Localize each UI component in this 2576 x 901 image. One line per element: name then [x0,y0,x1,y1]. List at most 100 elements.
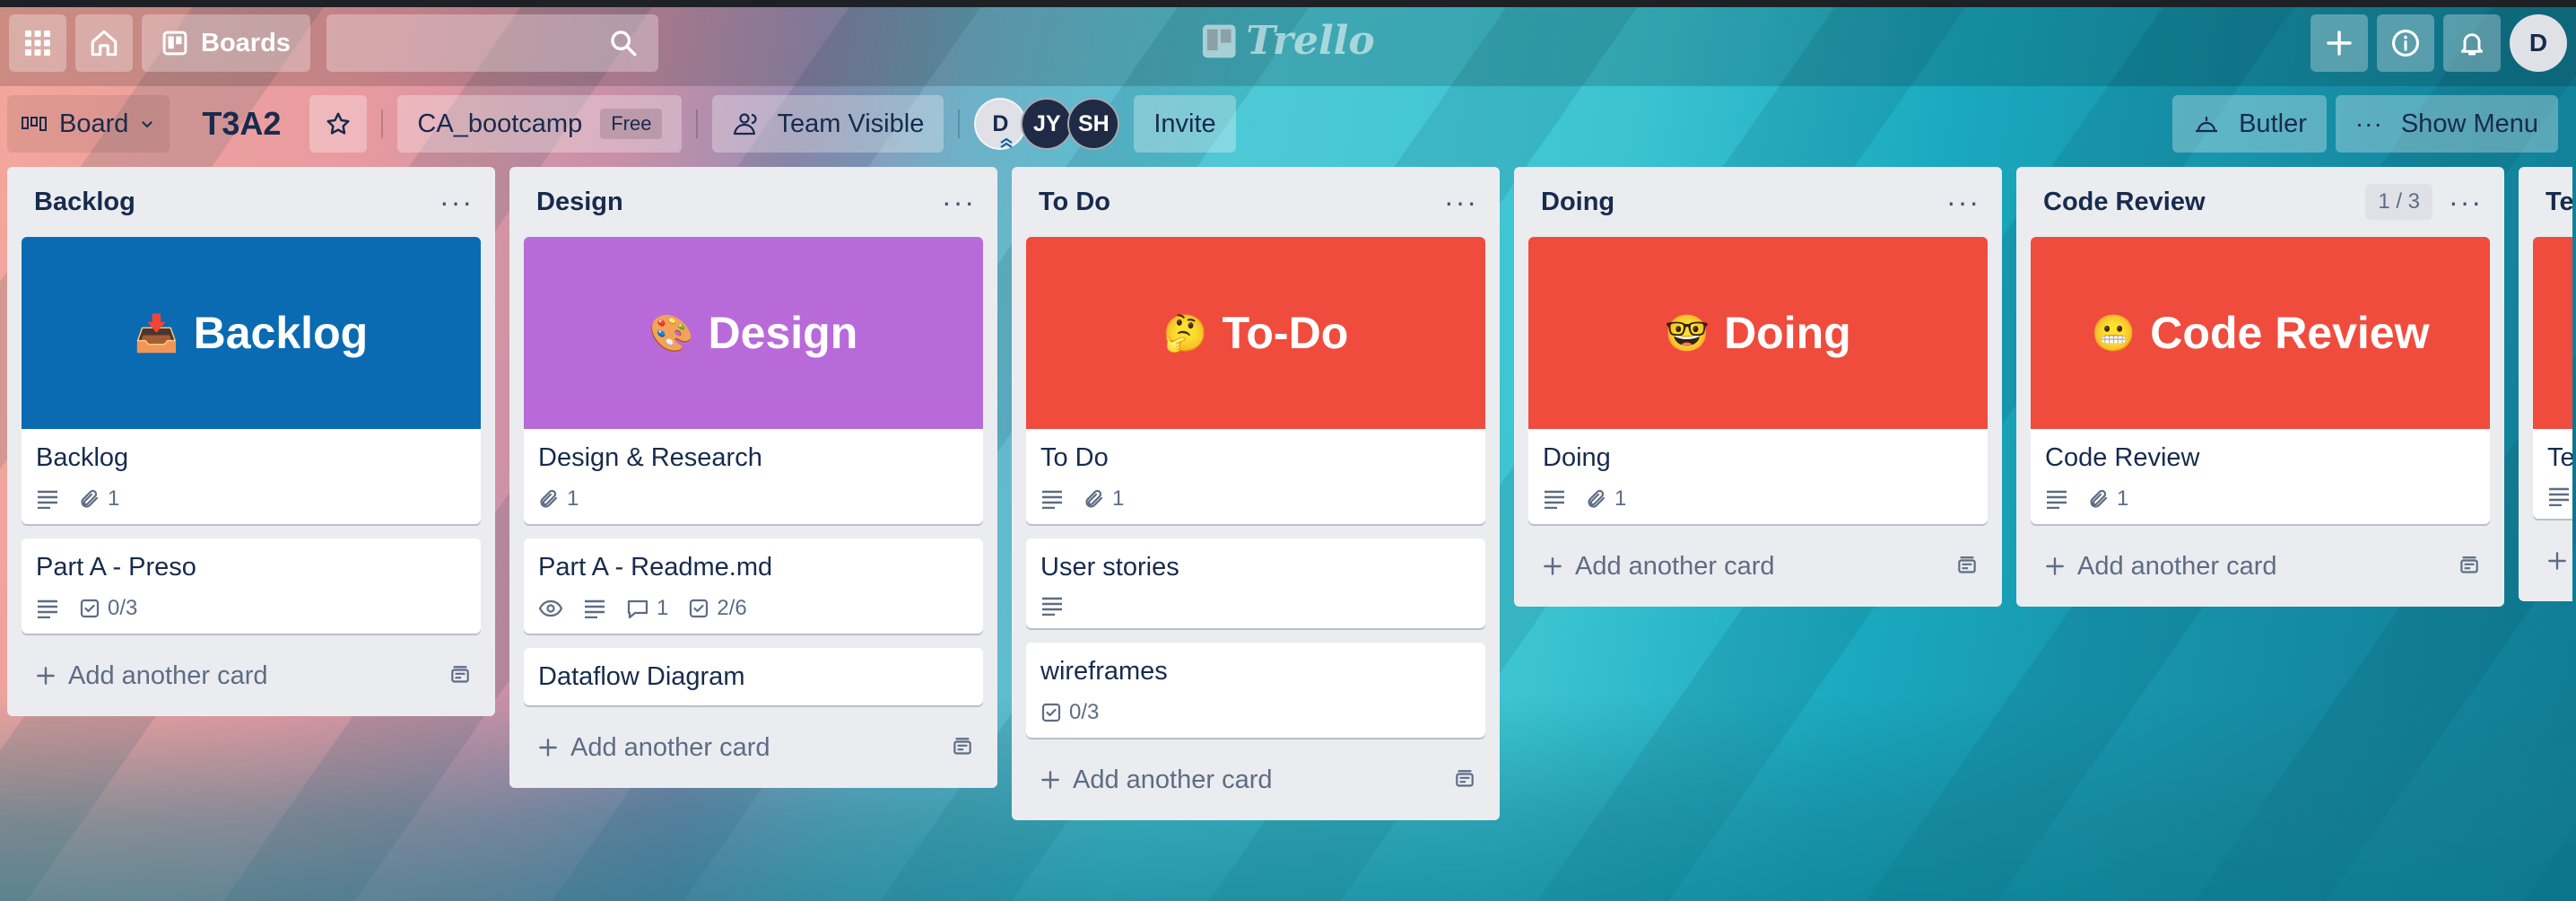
list-doing: Doing ··· 🤓 Doing Doing 1 Add another ca… [1514,167,2002,607]
list-menu-icon[interactable]: ··· [942,188,976,216]
card-cover: 🤓 Doing [1528,237,1988,429]
list-title[interactable]: Backlog [34,188,135,217]
add-card-button[interactable]: Add another card [1528,538,1988,594]
workspace-name: CA_bootcamp [417,109,583,138]
card[interactable]: 📥 Backlog Backlog 1 [22,237,481,524]
list-header[interactable]: Doing ··· [1528,167,1988,237]
template-icon[interactable] [951,736,974,759]
user-avatar[interactable]: D [2510,14,2567,72]
team-icon [732,111,761,136]
butler-label: Butler [2239,109,2307,138]
description-icon [1040,596,1064,616]
grid-icon [24,30,51,57]
list-title[interactable]: Design [536,188,623,217]
description-icon [1543,489,1566,509]
paperclip-icon [1083,488,1105,510]
checkbox-icon [1040,702,1062,723]
list-header[interactable]: Design ··· [524,167,983,237]
boards-label: Boards [201,28,291,57]
member-avatar[interactable]: SH [1067,98,1120,150]
description-icon [2045,489,2068,509]
card[interactable]: 🤔 To-Do To Do 1 [1026,237,1485,524]
list-menu-icon[interactable]: ··· [2449,188,2483,216]
cover-text: Design [708,308,858,358]
list-header[interactable]: Backlog ··· [22,167,481,237]
template-icon[interactable] [1453,768,1476,792]
attachment-badge: 1 [2088,486,2128,512]
comment-icon [626,598,649,619]
add-card-button[interactable] [2533,533,2572,589]
add-card-label: Add another card [2077,551,2277,581]
list-header[interactable]: Code Review 1 / 3 ··· [2031,167,2490,237]
list-menu-icon[interactable]: ··· [1946,188,1980,216]
add-card-button[interactable]: Add another card [22,648,481,704]
list-title[interactable]: Te [2546,188,2572,217]
board-title[interactable]: T3A2 [184,95,299,153]
list-cut-off: Te Te [2519,167,2572,601]
list-title[interactable]: Doing [1541,188,1614,217]
admin-chevron-icon [999,137,1014,148]
card[interactable]: Te [2533,237,2572,519]
info-button[interactable] [2377,14,2434,72]
member-initials: JY [1033,110,1061,136]
list-title[interactable]: Code Review [2043,188,2206,217]
home-button[interactable] [75,14,133,72]
card[interactable]: Part A - Preso 0/3 [22,538,481,634]
checklist-count: 0/3 [108,596,138,620]
app-switcher-button[interactable] [9,14,66,72]
grimace-emoji-icon: 😬 [2091,313,2137,354]
card-cover: 🎨 Design [524,237,983,429]
card-title: Part A - Readme.md [538,553,773,582]
card-title: Doing [1543,443,1611,472]
board-view-icon [22,113,48,135]
template-icon[interactable] [1955,555,1979,578]
board-header: Board T3A2 CA_bootcamp Free Team Visible… [0,86,2576,162]
list-menu-icon[interactable]: ··· [1444,188,1478,216]
card-cover: 😬 Code Review [2031,237,2490,429]
list-header[interactable]: To Do ··· [1026,167,1485,237]
card-badges: 0/3 [1040,700,1471,725]
attachment-count: 1 [567,486,579,511]
board-view-switcher[interactable]: Board [7,95,170,153]
inbox-emoji-icon: 📥 [134,313,179,354]
invite-button[interactable]: Invite [1134,95,1236,153]
create-button[interactable] [2311,14,2368,72]
member-avatar[interactable]: D [974,98,1027,150]
card-badges: 0/3 [36,596,466,621]
card[interactable]: Dataflow Diagram [524,648,983,705]
member-avatar[interactable]: JY [1021,98,1074,150]
card[interactable]: User stories [1026,538,1485,628]
list-header[interactable]: Te [2533,167,2572,237]
divider [696,109,699,138]
card[interactable]: 😬 Code Review Code Review 1 [2031,237,2490,524]
plus-icon [1039,768,1062,792]
notifications-button[interactable] [2443,14,2501,72]
trello-logo[interactable]: Trello [1201,18,1375,64]
butler-button[interactable]: Butler [2172,95,2327,153]
card-title: wireframes [1040,657,1168,686]
card[interactable]: wireframes 0/3 [1026,643,1485,738]
chevron-down-icon [139,116,155,132]
divider [381,109,384,138]
card[interactable]: 🤓 Doing Doing 1 [1528,237,1988,524]
topbar-actions: D [2311,14,2567,72]
add-card-button[interactable]: Add another card [524,720,983,775]
show-menu-button[interactable]: ··· Show Menu [2335,95,2558,153]
template-icon[interactable] [448,664,472,687]
card[interactable]: Part A - Readme.md 1 2/6 [524,538,983,634]
list-menu-icon[interactable]: ··· [439,188,474,216]
comment-count: 1 [657,596,669,620]
add-card-button[interactable]: Add another card [1026,752,1485,808]
workspace-button[interactable]: CA_bootcamp Free [397,95,683,153]
search-input[interactable] [326,14,658,72]
list-title[interactable]: To Do [1039,188,1110,217]
boards-button[interactable]: Boards [142,14,310,72]
add-card-label: Add another card [1575,551,1775,581]
template-icon[interactable] [2458,555,2481,578]
plus-icon [2043,555,2067,578]
star-button[interactable] [309,95,368,153]
visibility-button[interactable]: Team Visible [712,95,944,153]
thinking-emoji-icon: 🤔 [1162,313,1208,354]
card[interactable]: 🎨 Design Design & Research 1 [524,237,983,524]
add-card-button[interactable]: Add another card [2031,538,2490,594]
